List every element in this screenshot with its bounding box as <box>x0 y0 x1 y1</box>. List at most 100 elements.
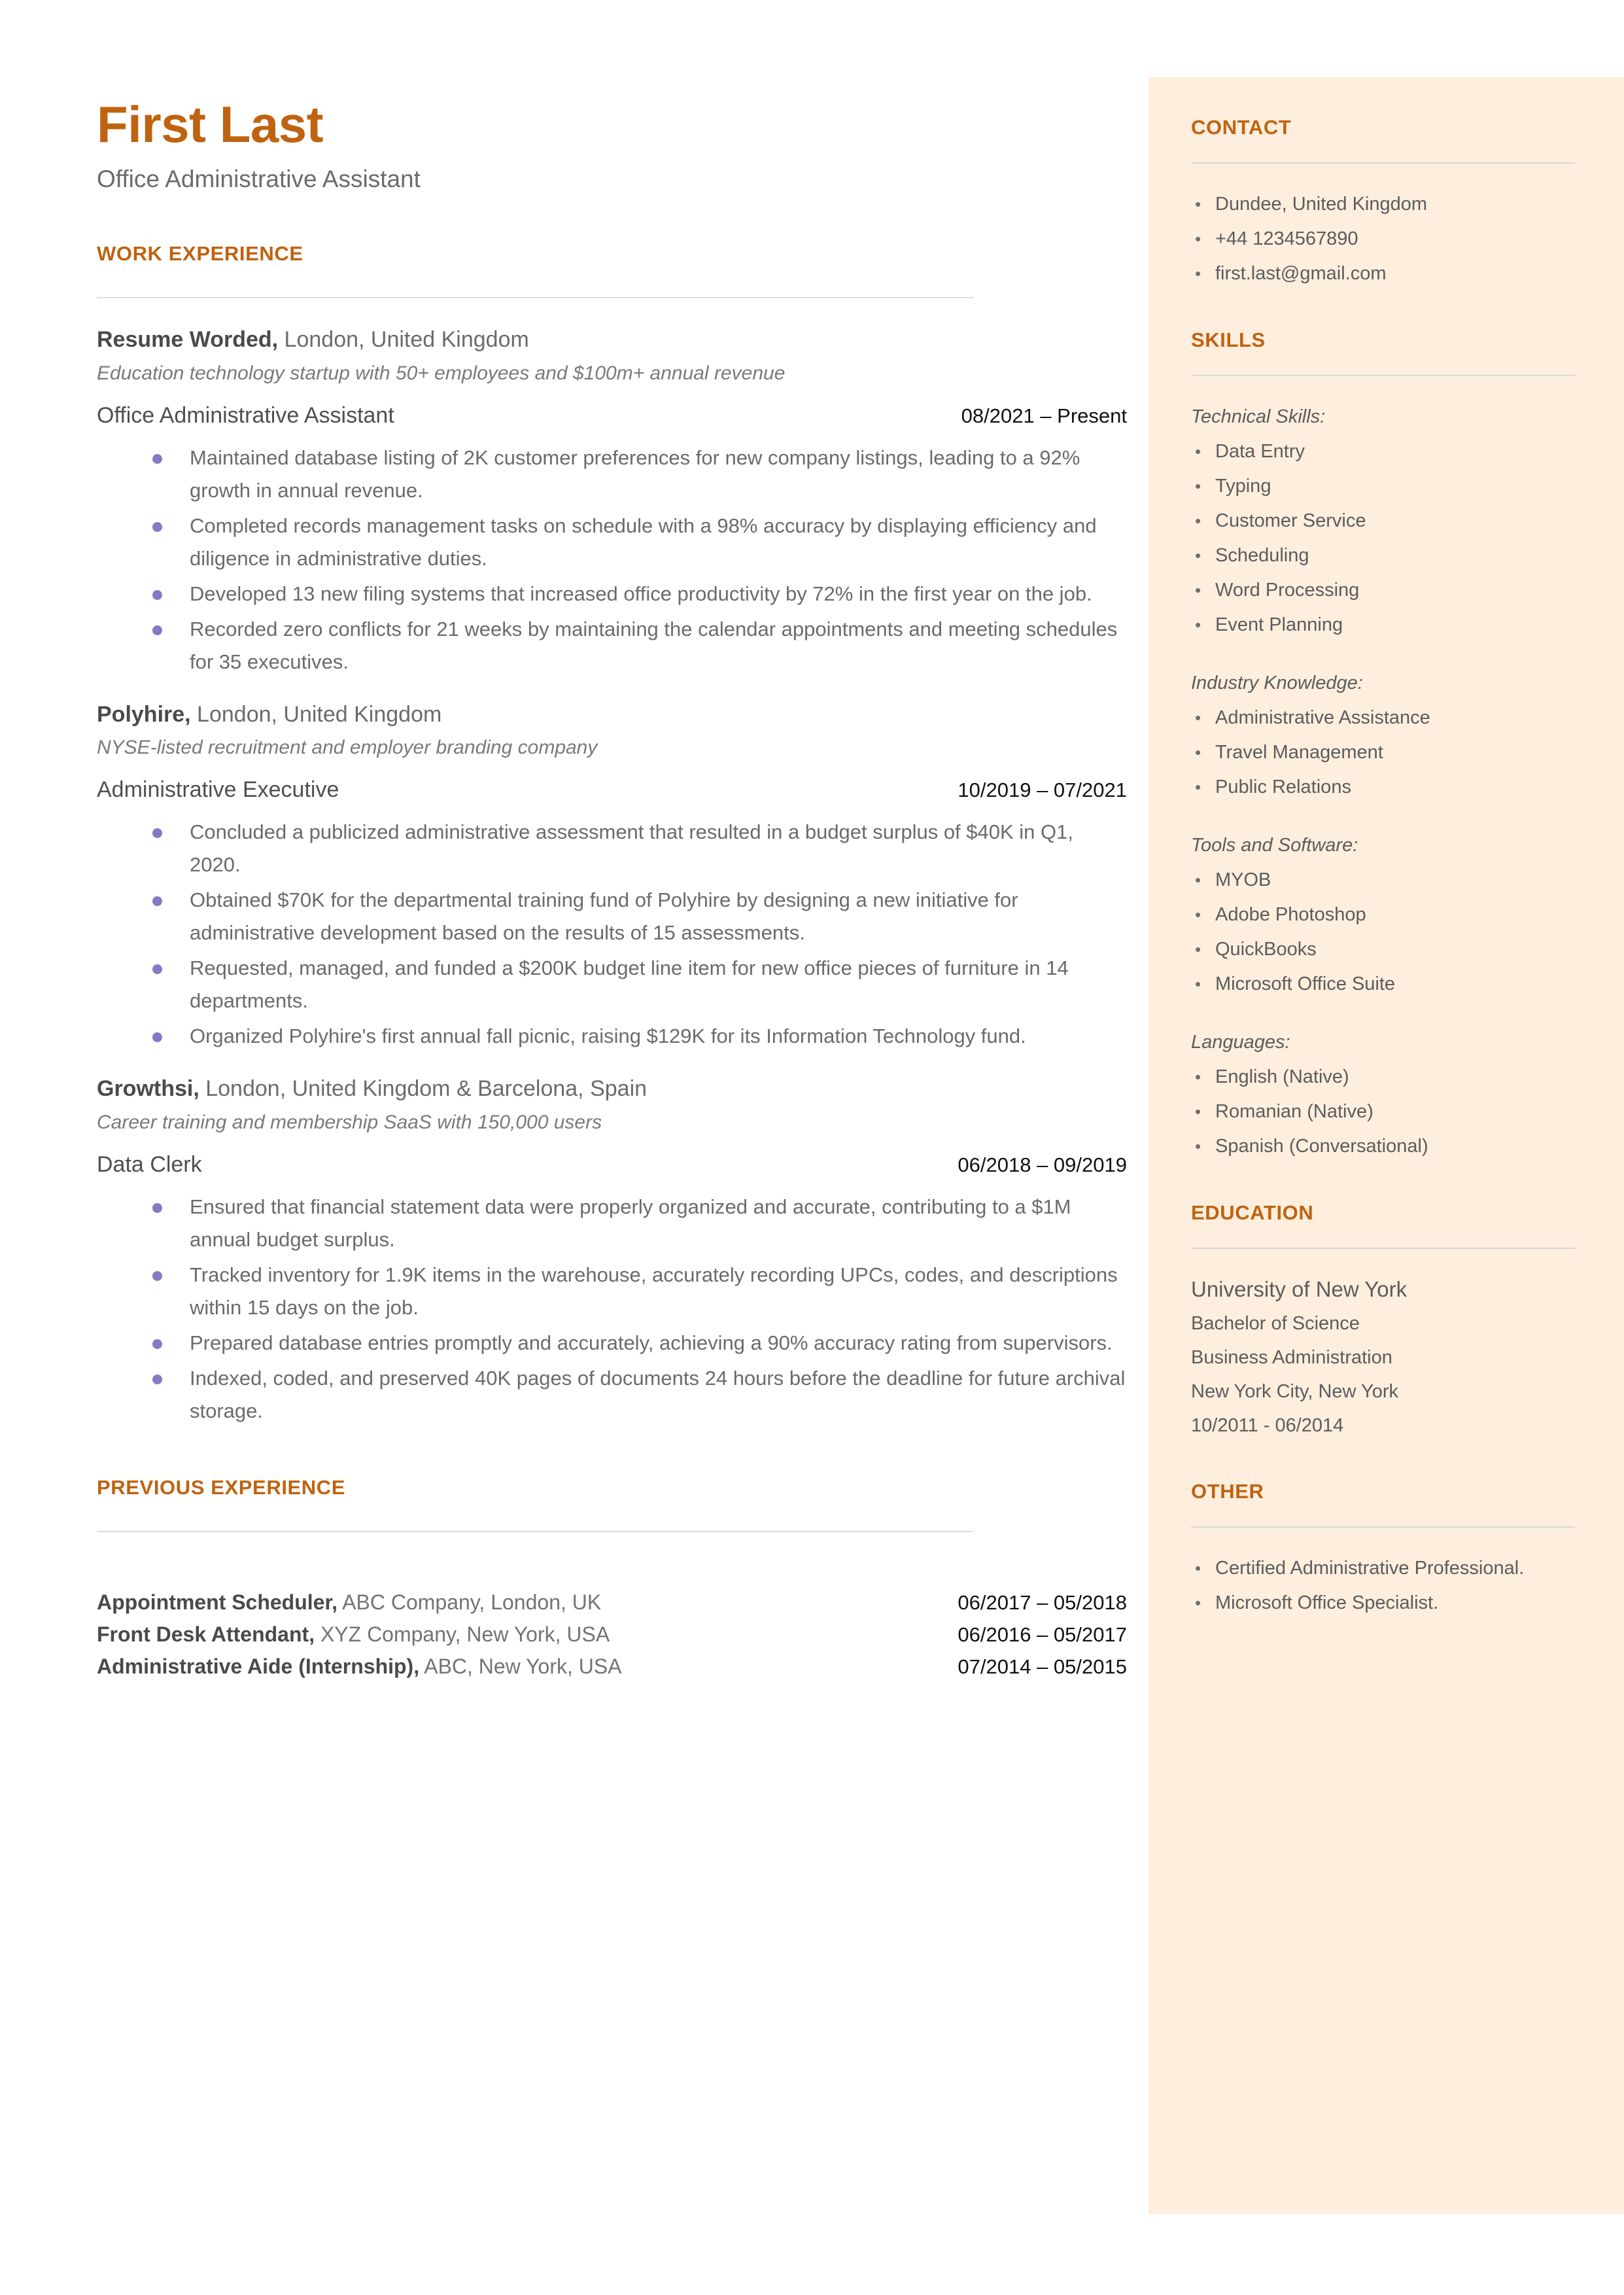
previous-experience-title-block: Front Desk Attendant, XYZ Company, New Y… <box>97 1621 610 1649</box>
skill-item: MYOB <box>1191 863 1575 898</box>
skill-item: Scheduling <box>1191 538 1575 573</box>
job-bullet: Developed 13 new filing systems that inc… <box>97 578 1127 610</box>
job-bullet: Tracked inventory for 1.9K items in the … <box>97 1259 1127 1324</box>
job-entry: Polyhire, London, United Kingdom NYSE-lis… <box>97 701 1127 1053</box>
previous-experience-heading: PREVIOUS EXPERIENCE <box>97 1475 346 1499</box>
job-bullet: Indexed, coded, and preserved 40K pages … <box>97 1362 1127 1428</box>
job-bullet: Obtained $70K for the departmental train… <box>97 884 1127 949</box>
previous-experience-title: Appointment Scheduler, <box>97 1590 338 1614</box>
previous-experience-row: Appointment Scheduler, ABC Company, Lond… <box>97 1588 1127 1617</box>
previous-experience-row: Front Desk Attendant, XYZ Company, New Y… <box>97 1621 1127 1649</box>
previous-experience-title-block: Appointment Scheduler, ABC Company, Lond… <box>97 1588 601 1617</box>
other-item: Microsoft Office Specialist. <box>1191 1586 1575 1621</box>
job-bullet: Completed records management tasks on sc… <box>97 510 1127 575</box>
job-blurb: Career training and membership SaaS with… <box>97 1111 602 1133</box>
skill-item: Adobe Photoshop <box>1191 898 1575 932</box>
other-heading: OTHER <box>1191 1480 1264 1503</box>
contact-divider <box>1191 162 1575 164</box>
main-column: First Last Office Administrative Assista… <box>97 96 1127 1685</box>
skill-list: Data EntryTypingCustomer ServiceScheduli… <box>1191 434 1575 642</box>
skill-group: Technical Skills: Data EntryTypingCustome… <box>1191 400 1575 642</box>
job-bullet: Maintained database listing of 2K custom… <box>97 442 1127 507</box>
other-item: Certified Administrative Professional. <box>1191 1551 1575 1586</box>
job-entry: Resume Worded, London, United Kingdom Edu… <box>97 326 1127 678</box>
education-dates: 10/2011 - 06/2014 <box>1191 1415 1344 1437</box>
education-heading: EDUCATION <box>1191 1201 1314 1225</box>
job-company-name: Polyhire, <box>97 701 191 727</box>
previous-experience-dates: 06/2016 – 05/2017 <box>958 1622 1127 1646</box>
education-major: Business Administration <box>1191 1347 1392 1369</box>
skill-item: Travel Management <box>1191 735 1575 770</box>
job-role-title: Administrative Executive <box>97 777 339 803</box>
job-role-dates: 10/2019 – 07/2021 <box>958 779 1127 802</box>
contact-item[interactable]: first.last@gmail.com <box>1191 256 1575 291</box>
skill-item: English (Native) <box>1191 1060 1575 1095</box>
job-company-location: London, United Kingdom <box>190 701 442 727</box>
contact-list: Dundee, United Kingdom+44 1234567890firs… <box>1191 187 1575 291</box>
job-role-title: Data Clerk <box>97 1151 202 1177</box>
job-role-dates: 06/2018 – 09/2019 <box>958 1153 1127 1176</box>
job-company-name: Growthsi, <box>97 1076 199 1102</box>
skill-item: Public Relations <box>1191 770 1575 805</box>
contact-item[interactable]: Dundee, United Kingdom <box>1191 187 1575 222</box>
skill-item: Data Entry <box>1191 434 1575 469</box>
job-blurb: NYSE-listed recruitment and employer bra… <box>97 737 598 759</box>
sidebar: CONTACT Dundee, United Kingdom+44 123456… <box>1149 77 1624 2214</box>
education-school: University of New York <box>1191 1277 1408 1302</box>
skill-item: Romanian (Native) <box>1191 1095 1575 1129</box>
job-company-name: Resume Worded, <box>97 327 279 353</box>
job-role-row: Data Clerk 06/2018 – 09/2019 <box>97 1152 1127 1178</box>
skill-group: Tools and Software: MYOBAdobe PhotoshopQu… <box>1191 828 1575 1002</box>
skill-group-label: Languages: <box>1191 1032 1290 1053</box>
previous-experience-dates: 06/2017 – 05/2018 <box>958 1590 1127 1614</box>
skills-heading: SKILLS <box>1191 328 1266 352</box>
skill-group-label: Tools and Software: <box>1191 835 1358 856</box>
work-experience-divider <box>97 297 973 299</box>
job-company: Polyhire, London, United Kingdom <box>97 701 1127 729</box>
skill-group-label: Technical Skills: <box>1191 406 1326 428</box>
previous-experience-detail: XYZ Company, New York, USA <box>315 1622 610 1646</box>
education-location: New York City, New York <box>1191 1381 1398 1403</box>
skills-groups: Technical Skills: Data EntryTypingCustome… <box>1191 400 1575 1164</box>
skill-group: Industry Knowledge: Administrative Assist… <box>1191 666 1575 805</box>
job-role-dates: 08/2021 – Present <box>961 404 1127 427</box>
job-bullet: Prepared database entries promptly and a… <box>97 1327 1127 1359</box>
job-bullet-list: Ensured that financial statement data we… <box>97 1191 1127 1428</box>
skill-list: Administrative AssistanceTravel Manageme… <box>1191 701 1575 805</box>
skill-item: Microsoft Office Suite <box>1191 967 1575 1002</box>
previous-experience-list: Appointment Scheduler, ABC Company, Lond… <box>97 1588 1127 1681</box>
previous-experience-title: Administrative Aide (Internship), <box>97 1655 420 1679</box>
skill-list: MYOBAdobe PhotoshopQuickBooksMicrosoft O… <box>1191 863 1575 1002</box>
previous-experience-detail: ABC, New York, USA <box>419 1655 622 1679</box>
skill-item: Typing <box>1191 469 1575 504</box>
job-entry: Growthsi, London, United Kingdom & Barce… <box>97 1075 1127 1428</box>
other-list: Certified Administrative Professional.Mi… <box>1191 1551 1575 1621</box>
previous-experience-title: Front Desk Attendant, <box>97 1622 315 1646</box>
page-title: First Last <box>97 96 324 153</box>
job-company: Growthsi, London, United Kingdom & Barce… <box>97 1075 1127 1103</box>
job-role-row: Office Administrative Assistant 08/2021 –… <box>97 403 1127 429</box>
other-divider <box>1191 1526 1575 1528</box>
skill-item: Spanish (Conversational) <box>1191 1129 1575 1164</box>
job-role-row: Administrative Executive 10/2019 – 07/202… <box>97 777 1127 803</box>
job-blurb: Education technology startup with 50+ em… <box>97 362 786 384</box>
skill-group: Languages: English (Native)Romanian (Nati… <box>1191 1025 1575 1164</box>
previous-experience-row: Administrative Aide (Internship), ABC, N… <box>97 1653 1127 1681</box>
skill-item: Event Planning <box>1191 608 1575 642</box>
job-company: Resume Worded, London, United Kingdom <box>97 326 1127 354</box>
skill-item: Customer Service <box>1191 504 1575 538</box>
contact-item[interactable]: +44 1234567890 <box>1191 222 1575 256</box>
skill-list: English (Native)Romanian (Native)Spanish… <box>1191 1060 1575 1164</box>
job-bullet: Recorded zero conflicts for 21 weeks by … <box>97 613 1127 678</box>
job-bullet-list: Maintained database listing of 2K custom… <box>97 442 1127 678</box>
skill-group-label: Industry Knowledge: <box>1191 673 1363 694</box>
education-divider <box>1191 1248 1575 1250</box>
job-bullet: Concluded a publicized administrative as… <box>97 816 1127 881</box>
job-bullet-list: Concluded a publicized administrative as… <box>97 816 1127 1053</box>
previous-experience-divider <box>97 1530 973 1532</box>
work-experience-list: Resume Worded, London, United Kingdom Edu… <box>97 326 1127 1428</box>
header-subtitle: Office Administrative Assistant <box>97 165 421 192</box>
